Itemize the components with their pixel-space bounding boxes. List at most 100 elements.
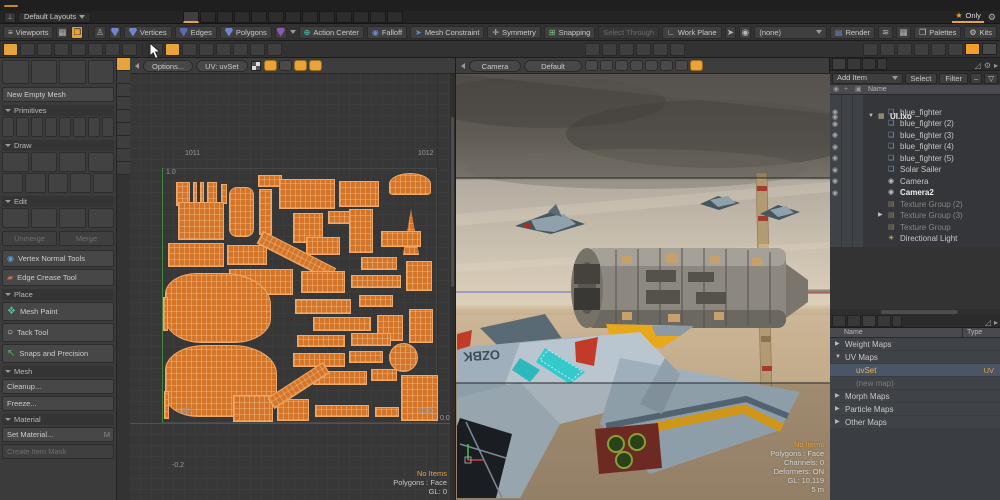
kits-button[interactable]: ⚙ Kits (964, 25, 998, 39)
arrow-tool-icon[interactable]: ➤ (724, 25, 737, 39)
uv-island[interactable] (178, 202, 224, 240)
uv-tool-icon[interactable] (199, 42, 214, 56)
more-icon[interactable]: ▸ (994, 61, 998, 70)
work-plane-button[interactable]: ∟ Work Plane (662, 25, 722, 39)
list-icon[interactable]: ≋ (878, 25, 894, 39)
vertices-mode-button[interactable]: Vertices (123, 25, 172, 39)
display-tool-icon[interactable] (602, 42, 617, 56)
falloff-button[interactable]: ◉ Falloff (366, 25, 408, 39)
expand-arrow-icon[interactable]: ▶ (835, 338, 842, 351)
scene-item-row[interactable]: ▤ Texture Group (2) (830, 199, 1000, 211)
vertex-map-row[interactable]: uvSet UV (830, 364, 1000, 377)
viewport-toggle-icon[interactable] (630, 60, 643, 71)
expand-arrow-icon[interactable]: ▼ (835, 351, 842, 364)
unmerge-button[interactable]: Unmerge (2, 231, 57, 246)
eye-icon[interactable] (832, 224, 839, 231)
uv-display-toggle-icon[interactable] (308, 60, 322, 71)
folder-icon[interactable]: ❐ (71, 25, 84, 39)
auto-select-shield-icon[interactable] (109, 25, 121, 39)
edit-tool-icon[interactable] (59, 208, 86, 228)
color-swatch-orange[interactable] (965, 43, 980, 55)
scene-item-row[interactable]: ◉ ❏ blue_fighter (5) (830, 153, 1000, 165)
expand-arrow-icon[interactable]: ▶ (835, 390, 842, 403)
curve-tool-icon[interactable] (93, 173, 114, 193)
edit-tool-icon[interactable] (30, 208, 57, 228)
layout-tab[interactable] (370, 11, 387, 23)
filter-button[interactable]: Filter (939, 72, 969, 84)
expand-arrow-icon[interactable]: ▶ (878, 210, 885, 222)
edit-section-header[interactable]: Edit (2, 196, 114, 207)
uv-island[interactable] (409, 309, 433, 343)
vertex-map-row[interactable]: ▶ Weight Maps (830, 338, 1000, 351)
uv-island[interactable] (351, 275, 401, 288)
uv-island[interactable] (163, 297, 168, 331)
primitive-icon[interactable] (16, 117, 29, 137)
panel-collapse-icon[interactable] (135, 62, 139, 69)
uv-map-dropdown[interactable]: UV: uvSet (196, 59, 248, 72)
display-tool-icon[interactable] (585, 42, 600, 56)
gear-icon[interactable]: ⚙ (984, 61, 991, 70)
polygons-mode-button[interactable]: Polygons (219, 25, 272, 39)
snapping-button[interactable]: ⊞ Snapping (543, 25, 596, 39)
eye-icon[interactable]: ◉ (832, 178, 839, 185)
draw-section-header[interactable]: Draw (2, 140, 114, 151)
uv-island[interactable] (381, 231, 421, 247)
uv-island[interactable] (259, 189, 272, 235)
viewport-toggle-icon[interactable] (600, 60, 613, 71)
new-empty-mesh-button[interactable]: New Empty Mesh (2, 87, 114, 102)
cleanup-button[interactable]: Cleanup... (2, 379, 114, 394)
sidebar-category-tab[interactable] (117, 149, 130, 162)
primitives-section-header[interactable]: Primitives (2, 105, 114, 116)
curve-tool-icon[interactable] (24, 173, 46, 193)
uv-island[interactable] (351, 333, 391, 346)
layout-tab[interactable] (387, 11, 404, 23)
draw-tool-icon[interactable] (30, 152, 57, 172)
uv-island[interactable] (371, 369, 397, 381)
sidebar-category-tab[interactable] (117, 110, 130, 123)
display-tool-icon[interactable] (619, 42, 634, 56)
color-swatch-secondary[interactable] (982, 43, 997, 55)
eye-icon[interactable]: ◉ (832, 190, 839, 197)
panel-collapse-icon[interactable] (461, 62, 465, 69)
more-icon[interactable]: ▸ (994, 318, 998, 327)
display-tool-icon[interactable] (653, 42, 668, 56)
eye-icon[interactable] (832, 236, 839, 243)
render-button[interactable]: ▤ Render (829, 25, 876, 39)
tool-icon[interactable] (20, 42, 35, 56)
viewport-toggle-icon[interactable] (675, 60, 688, 71)
layout-tab[interactable] (336, 11, 353, 23)
viewport-toggle-icon[interactable] (645, 60, 658, 71)
viewport-toggle-icon[interactable] (660, 60, 673, 71)
uv-island[interactable] (279, 179, 335, 209)
sidebar-category-tab[interactable] (117, 123, 130, 136)
gear-icon[interactable]: ⚙ (988, 12, 996, 23)
snaps-and-precision-button[interactable]: ↖ Snaps and Precision (2, 344, 114, 363)
eye-icon[interactable] (832, 213, 839, 220)
viewports-button[interactable]: ≡ Viewports (3, 25, 54, 39)
properties-panel-tab[interactable] (862, 315, 876, 327)
display-tool-icon[interactable] (670, 42, 685, 56)
uv-island[interactable] (233, 395, 273, 422)
expand-arrow-icon[interactable]: ▶ (835, 403, 842, 416)
vertex-map-row[interactable]: ▶ Other Maps (830, 416, 1000, 429)
uv-options-button[interactable]: Options... (143, 59, 194, 72)
sidebar-category-tab[interactable] (117, 162, 130, 175)
scene-item-row[interactable]: ◉ ◉ Camera2 (830, 187, 1000, 199)
default-layouts-dropdown[interactable]: Default Layouts (18, 11, 92, 23)
uv-island[interactable] (389, 343, 418, 372)
draw-tool-icon[interactable] (87, 152, 114, 172)
create-item-mask-button[interactable]: Create Item Mask (2, 444, 114, 459)
sidebar-category-tab[interactable] (117, 71, 130, 84)
scene-panel-tab[interactable] (832, 58, 846, 70)
mesh-constraint-button[interactable]: ➤ Mesh Constraint (410, 25, 485, 39)
palettes-button[interactable]: ❐ Palettes (914, 25, 962, 39)
scene-panel-tab[interactable] (862, 58, 876, 70)
scene-item-row[interactable]: ▤ Texture Group (830, 222, 1000, 234)
vertex-normal-tools-button[interactable]: ◉ Vertex Normal Tools (2, 250, 114, 267)
uv-island[interactable] (313, 317, 371, 331)
uv-scrollbar[interactable] (450, 74, 455, 500)
scene-list-hscrollbar[interactable] (830, 309, 1000, 315)
scene-item-row[interactable]: ◉ ❏ blue_fighter (2) (830, 118, 1000, 130)
paint-tool-icon[interactable] (897, 42, 912, 56)
uv-island[interactable] (165, 273, 271, 343)
